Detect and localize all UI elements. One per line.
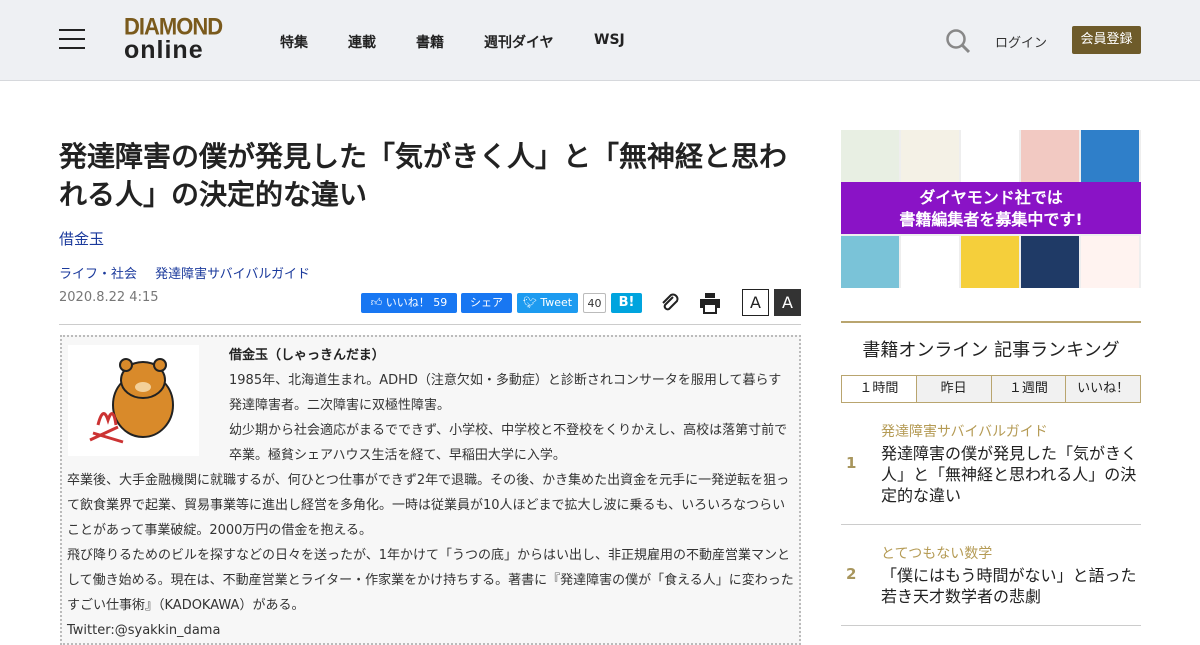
banner-line: ダイヤモンド社では xyxy=(919,188,1063,207)
nav-wsj[interactable]: WSJ xyxy=(594,32,625,48)
rank-category: とてつもない数学 xyxy=(881,546,993,562)
nav-weekly[interactable]: 週刊ダイヤ xyxy=(484,32,554,52)
tweet-label: Tweet xyxy=(540,296,573,309)
article-title: 発達障害の僕が発見した「気がきく人」と「無神経と思われる人」の決定的な違い xyxy=(59,140,788,211)
logo-bottom: online xyxy=(124,36,204,64)
category-links: ライフ・社会 発達障害サバイバルガイド xyxy=(59,263,324,282)
recruitment-banner[interactable]: ダイヤモンド社では書籍編集者を募集中です! xyxy=(841,130,1141,288)
ranking-item[interactable]: 1 発達障害サバイバルガイド 発達障害の僕が発見した「気がきく人」と「無神経と思… xyxy=(841,403,1141,525)
tab-yesterday[interactable]: 昨日 xyxy=(915,376,991,402)
rank-number: 1 xyxy=(846,453,857,472)
nav-tokushu[interactable]: 特集 xyxy=(280,32,308,52)
font-size-small-button[interactable]: A xyxy=(742,289,769,316)
tab-1-hour[interactable]: １時間 xyxy=(842,376,916,402)
like-label: いいね！ xyxy=(385,296,430,309)
bio-twitter: Twitter:@syakkin_dama xyxy=(67,623,221,638)
ranking-tabs: １時間 昨日 １週間 いいね！ xyxy=(841,375,1141,403)
author-link[interactable]: 借金玉 xyxy=(59,228,104,249)
facebook-share-button[interactable]: シェア xyxy=(461,293,512,313)
rank-category: 発達障害サバイバルガイド xyxy=(881,424,1048,440)
font-size-large-button[interactable]: A xyxy=(774,289,801,316)
facebook-like-button[interactable]: 👍︎ いいね！ 59 xyxy=(361,293,457,313)
paperclip-icon[interactable] xyxy=(659,292,681,314)
logo-top: DIAMOND xyxy=(124,12,223,41)
ranking-panel: 書籍オンライン 記事ランキング １時間 昨日 １週間 いいね！ 1 発達障害サバ… xyxy=(841,321,1141,626)
print-icon[interactable] xyxy=(699,292,721,314)
publish-date: 2020.8.22 4:15 xyxy=(59,290,159,305)
bio-paragraph: 卒業後、大手金融機関に就職するが、何ひとつ仕事ができず2年で退職。その後、かき集… xyxy=(67,473,790,538)
divider xyxy=(59,324,801,325)
site-header: DIAMOND online 特集 連載 書籍 週刊ダイヤ WSJ ログイン 会… xyxy=(0,0,1200,81)
menu-icon[interactable] xyxy=(59,29,85,49)
rank-number: 2 xyxy=(846,565,857,583)
tab-1-week[interactable]: １週間 xyxy=(990,376,1066,402)
author-bear-illustration xyxy=(68,345,199,456)
category-link[interactable]: ライフ・社会 xyxy=(59,267,137,282)
rank-title: 発達障害の僕が発見した「気がきく人」と「無神経と思われる人」の決定的な違い xyxy=(881,444,1138,505)
ranking-item[interactable]: 2 とてつもない数学 「僕にはもう時間がない」と語った若き天才数学者の悲劇 xyxy=(841,525,1141,626)
banner-text: ダイヤモンド社では書籍編集者を募集中です! xyxy=(841,182,1141,234)
tab-likes[interactable]: いいね！ xyxy=(1065,376,1140,402)
rank-title: 「僕にはもう時間がない」と語った若き天才数学者の悲劇 xyxy=(881,566,1137,606)
ranking-title: 書籍オンライン 記事ランキング xyxy=(862,340,1120,361)
author-bio: 借金玉（しゃっきんだま） 1985年、北海道生まれ。ADHD（注意欠如・多動症）… xyxy=(60,335,801,645)
site-logo[interactable]: DIAMOND online xyxy=(124,12,226,64)
thumbs-up-icon: 👍︎ xyxy=(370,296,383,309)
twitter-icon: 🐦︎ xyxy=(522,296,537,309)
bio-paragraph: 飛び降りるためのビルを探すなどの日々を送ったが、1年かけて「うつの底」からはい出… xyxy=(67,548,794,613)
nav-shoseki[interactable]: 書籍 xyxy=(416,32,444,52)
tweet-button[interactable]: 🐦︎ Tweet xyxy=(517,293,578,313)
category-link[interactable]: 発達障害サバイバルガイド xyxy=(155,267,310,282)
hatena-bookmark-button[interactable]: B! xyxy=(611,293,642,313)
search-icon[interactable] xyxy=(945,28,971,54)
banner-line: 書籍編集者を募集中です! xyxy=(899,210,1083,229)
like-count: 59 xyxy=(433,296,448,309)
nav-rensai[interactable]: 連載 xyxy=(348,32,376,52)
login-link[interactable]: ログイン xyxy=(995,32,1047,51)
register-button[interactable]: 会員登録 xyxy=(1072,26,1141,54)
tweet-count: 40 xyxy=(583,293,606,313)
